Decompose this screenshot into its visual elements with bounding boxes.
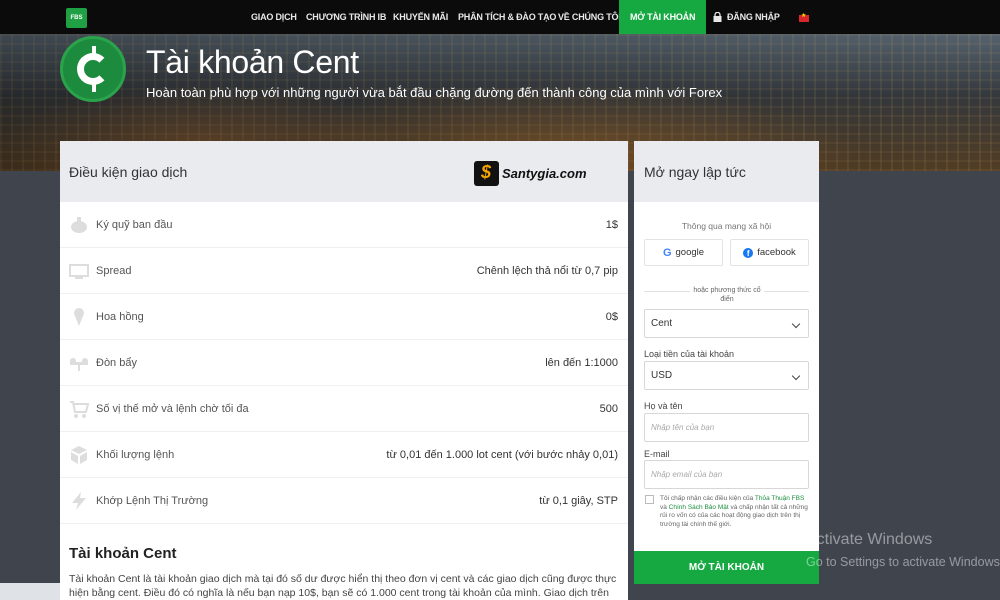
activate-windows-title: Activate Windows — [806, 531, 933, 548]
terms-checkbox[interactable] — [645, 495, 654, 504]
trading-conditions-panel: Điều kiện giao dịch Santygia.com Ký quỹ … — [60, 141, 628, 600]
condition-value: từ 0,1 giây, STP — [539, 495, 618, 507]
or-divider-text: hoặc phương thức cổ điển — [690, 286, 764, 304]
condition-label: Số vị thế mở và lệnh chờ tối đa — [96, 403, 249, 415]
monitor-icon — [69, 264, 89, 279]
piggy-bank-icon — [71, 217, 87, 233]
cent-coin-icon — [60, 36, 126, 102]
open-account-submit-button[interactable]: MỞ TÀI KHOẢN — [634, 551, 819, 584]
email-label: E-mail — [644, 449, 670, 459]
login-nav-button[interactable]: ĐĂNG NHẬP — [713, 0, 780, 34]
santygia-text: Santygia.com — [502, 165, 587, 181]
scale-icon — [70, 358, 88, 371]
lightning-icon — [72, 492, 86, 510]
condition-value: Chênh lệch thả nổi từ 0,7 pip — [476, 265, 618, 277]
google-signup-button[interactable]: G google — [644, 239, 723, 266]
lock-icon — [713, 12, 722, 22]
condition-row: Đòn bẩy lên đến 1:1000 — [60, 340, 628, 386]
condition-row: Hoa hồng 0$ — [60, 294, 628, 340]
login-label: ĐĂNG NHẬP — [727, 12, 780, 22]
signup-heading: Mở ngay lập tức — [644, 164, 746, 180]
google-label: google — [675, 247, 705, 258]
condition-row: Khối lượng lệnh từ 0,01 đến 1.000 lot ce… — [60, 432, 628, 478]
nav-item-ib-program[interactable]: CHƯƠNG TRÌNH IB — [306, 0, 386, 34]
santygia-logo-icon — [474, 160, 499, 186]
currency-select[interactable]: USD — [644, 361, 809, 390]
condition-value: lên đến 1:1000 — [545, 357, 618, 369]
page-subtitle: Hoàn toàn phù hợp với những người vừa bắ… — [146, 85, 723, 100]
cart-icon — [70, 401, 89, 418]
fbs-logo[interactable]: FBS — [66, 8, 87, 28]
condition-label: Ký quỹ ban đầu — [96, 219, 173, 231]
nav-item-about[interactable]: VỀ CHÚNG TÔI — [558, 0, 621, 34]
name-label: Họ và tên — [644, 401, 683, 411]
open-account-nav-button[interactable]: MỞ TÀI KHOẢN — [619, 0, 707, 34]
social-caption: Thông qua mạng xã hội — [681, 221, 772, 231]
top-navbar: FBS GIAO DỊCH CHƯƠNG TRÌNH IB KHUYẾN MÃI… — [0, 0, 1000, 34]
name-field[interactable]: Nhập tên của bạn — [644, 413, 809, 442]
santygia-watermark: Santygia.com — [474, 160, 587, 186]
page-title: Tài khoản Cent — [146, 44, 359, 80]
condition-row: Số vị thế mở và lệnh chờ tối đa 500 — [60, 386, 628, 432]
chevron-down-icon — [791, 371, 801, 381]
conditions-header: Điều kiện giao dịch Santygia.com — [60, 141, 628, 202]
facebook-signup-button[interactable]: f facebook — [730, 239, 809, 266]
currency-label: Loại tiền của tài khoản — [644, 349, 735, 359]
email-field[interactable]: Nhập email của bạn — [644, 460, 809, 489]
nav-item-analysis[interactable]: PHÂN TÍCH & ĐÀO TẠO — [458, 0, 556, 34]
boxes-icon — [71, 446, 87, 464]
account-type-select[interactable]: Cent — [644, 309, 809, 338]
vietnam-flag-icon[interactable] — [799, 12, 809, 22]
facebook-label: facebook — [757, 247, 796, 258]
currency-value: USD — [651, 370, 673, 381]
condition-row: Spread Chênh lệch thả nổi từ 0,7 pip — [60, 248, 628, 294]
condition-value: 1$ — [605, 219, 618, 231]
chevron-down-icon — [791, 319, 801, 329]
description-text: Tài khoản Cent là tài khoản giao dịch mà… — [69, 573, 617, 599]
condition-value: 500 — [599, 403, 618, 415]
condition-row: Khớp Lệnh Thị Trường từ 0,1 giây, STP — [60, 478, 628, 524]
agreement-link[interactable]: Thỏa Thuận FBS — [755, 495, 804, 502]
condition-label: Khối lượng lệnh — [96, 449, 175, 461]
description-title: Tài khoản Cent — [69, 545, 177, 562]
privacy-policy-link[interactable]: Chính Sách Bảo Mật — [669, 504, 729, 511]
ice-cream-icon — [74, 308, 84, 326]
condition-label: Đòn bẩy — [96, 357, 137, 369]
account-type-value: Cent — [651, 318, 673, 329]
signup-form-panel: Mở ngay lập tức Thông qua mạng xã hội G … — [634, 141, 819, 584]
condition-value: 0$ — [605, 311, 618, 323]
google-icon: G — [662, 246, 672, 259]
nav-item-promotions[interactable]: KHUYẾN MÃI — [393, 0, 448, 34]
condition-row: Ký quỹ ban đầu 1$ — [60, 202, 628, 248]
condition-label: Spread — [96, 265, 132, 277]
facebook-icon: f — [743, 247, 754, 258]
signup-header: Mở ngay lập tức — [634, 141, 819, 202]
condition-label: Hoa hồng — [96, 311, 144, 323]
terms-text: Tôi chấp nhận các điều kiện của Thỏa Thu… — [660, 495, 808, 528]
bottom-left-widget — [0, 583, 60, 600]
condition-label: Khớp Lệnh Thị Trường — [96, 495, 209, 507]
activate-windows-subtitle: Go to Settings to activate Windows. — [806, 555, 1000, 569]
nav-item-giao-dich[interactable]: GIAO DỊCH — [251, 0, 297, 34]
condition-value: từ 0,01 đến 1.000 lot cent (với bước nhả… — [386, 449, 618, 461]
conditions-heading: Điều kiện giao dịch — [69, 164, 188, 180]
